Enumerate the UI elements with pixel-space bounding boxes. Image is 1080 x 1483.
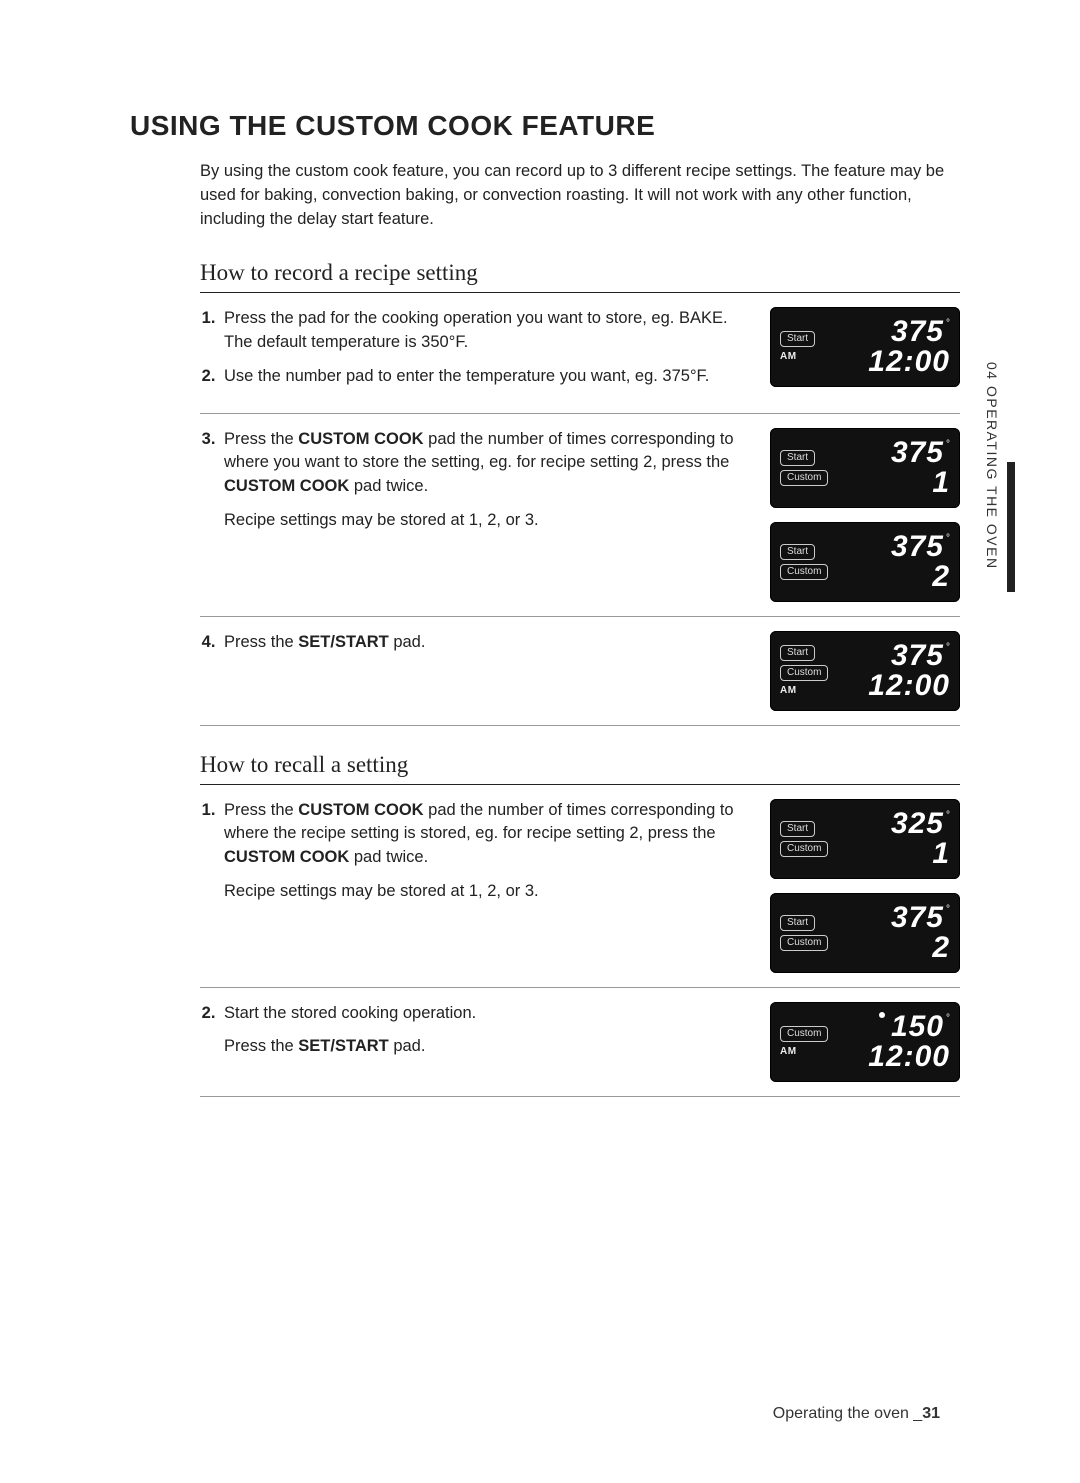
- display-temp: 375: [891, 903, 944, 933]
- record-step-2-text: Use the number pad to enter the temperat…: [220, 365, 754, 389]
- footer: Operating the oven _31: [773, 1405, 940, 1423]
- record-step-1-text: Press the pad for the cooking operation …: [220, 307, 754, 355]
- oven-display: Start Custom 375° 2: [770, 522, 960, 602]
- side-tab-marker: [1007, 462, 1015, 592]
- oven-display: Start Custom AM 375° 12:00: [770, 631, 960, 711]
- degree-symbol: °: [946, 905, 950, 915]
- record-step-3: Press the CUSTOM COOK pad the number of …: [200, 414, 960, 617]
- degree-symbol: °: [946, 643, 950, 653]
- display-custom-pill: Custom: [780, 470, 828, 486]
- display-temp: 375: [891, 317, 944, 347]
- recall-step-1-note: Recipe settings may be stored at 1, 2, o…: [224, 880, 754, 904]
- display-slot: 2: [932, 933, 950, 963]
- page-title: USING THE CUSTOM COOK FEATURE: [130, 110, 960, 142]
- display-custom-pill: Custom: [780, 841, 828, 857]
- display-custom-pill: Custom: [780, 665, 828, 681]
- side-tab: 04 OPERATING THE OVEN: [984, 362, 1000, 592]
- page-number: 31: [922, 1405, 940, 1422]
- display-slot: 1: [932, 839, 950, 869]
- display-am-label: AM: [780, 351, 797, 362]
- recall-step-1-text: Press the CUSTOM COOK pad the number of …: [220, 799, 754, 871]
- degree-symbol: °: [946, 1014, 950, 1024]
- record-step-4: Press the SET/START pad. Start Custom AM…: [200, 617, 960, 726]
- intro-paragraph: By using the custom cook feature, you ca…: [200, 160, 960, 232]
- display-temp: 375: [891, 641, 944, 671]
- record-step-4-text: Press the SET/START pad.: [220, 631, 754, 655]
- record-step-3-text: Press the CUSTOM COOK pad the number of …: [220, 428, 754, 500]
- display-time: 12:00: [868, 1042, 950, 1072]
- display-am-label: AM: [780, 1046, 797, 1057]
- degree-symbol: °: [946, 319, 950, 329]
- degree-symbol: °: [946, 811, 950, 821]
- display-start-pill: Start: [780, 645, 815, 661]
- display-indicator-dot: [879, 1012, 885, 1018]
- recall-step-2-text: Start the stored cooking operation.: [220, 1002, 754, 1026]
- recall-step-2-sub: Press the SET/START pad.: [224, 1035, 754, 1059]
- oven-display: Start AM 375° 12:00: [770, 307, 960, 387]
- record-step-3-note: Recipe settings may be stored at 1, 2, o…: [224, 509, 754, 533]
- display-slot: 2: [932, 562, 950, 592]
- display-start-pill: Start: [780, 450, 815, 466]
- section-title-record: How to record a recipe setting: [200, 260, 960, 293]
- display-start-pill: Start: [780, 821, 815, 837]
- display-temp: 325: [891, 809, 944, 839]
- section-title-recall: How to recall a setting: [200, 752, 960, 785]
- display-am-label: AM: [780, 685, 797, 696]
- oven-display: Start Custom 325° 1: [770, 799, 960, 879]
- display-start-pill: Start: [780, 331, 815, 347]
- display-custom-pill: Custom: [780, 1026, 828, 1042]
- oven-display: Custom AM 150° 12:00: [770, 1002, 960, 1082]
- footer-text: Operating the oven _: [773, 1405, 922, 1422]
- degree-symbol: °: [946, 534, 950, 544]
- display-start-pill: Start: [780, 544, 815, 560]
- recall-step-1: Press the CUSTOM COOK pad the number of …: [200, 785, 960, 988]
- record-step-1-2: Press the pad for the cooking operation …: [200, 293, 960, 414]
- display-temp: 375: [891, 532, 944, 562]
- display-custom-pill: Custom: [780, 935, 828, 951]
- display-time: 12:00: [868, 671, 950, 701]
- display-slot: 1: [932, 468, 950, 498]
- display-custom-pill: Custom: [780, 564, 828, 580]
- display-time: 12:00: [868, 347, 950, 377]
- oven-display: Start Custom 375° 2: [770, 893, 960, 973]
- display-temp: 150: [891, 1012, 944, 1042]
- side-tab-label: 04 OPERATING THE OVEN: [984, 362, 1000, 570]
- display-start-pill: Start: [780, 915, 815, 931]
- degree-symbol: °: [946, 440, 950, 450]
- oven-display: Start Custom 375° 1: [770, 428, 960, 508]
- recall-step-2: Start the stored cooking operation. Pres…: [200, 988, 960, 1097]
- display-temp: 375: [891, 438, 944, 468]
